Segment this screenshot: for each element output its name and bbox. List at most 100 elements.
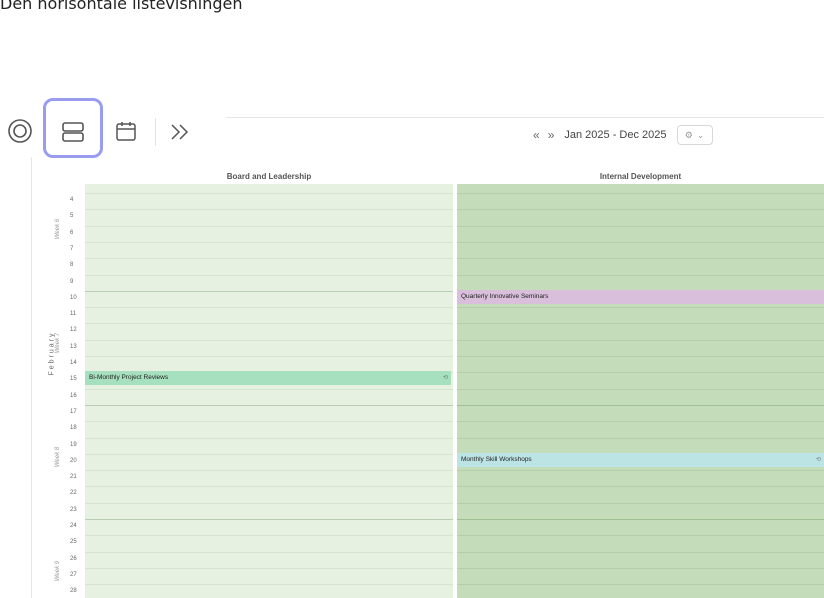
day-number: 19 bbox=[70, 441, 77, 448]
day-divider bbox=[85, 225, 453, 227]
week-label: Week 9 bbox=[55, 560, 61, 582]
day-divider bbox=[457, 551, 824, 553]
day-divider bbox=[457, 258, 824, 260]
day-number: 20 bbox=[70, 457, 77, 464]
repeat-icon: ⟲ bbox=[815, 456, 821, 463]
day-divider bbox=[85, 339, 453, 341]
day-divider bbox=[457, 421, 824, 423]
day-divider bbox=[85, 258, 453, 260]
day-divider bbox=[457, 323, 824, 325]
lane-internal-development[interactable]: Quarterly Innovative Seminars Monthly Ski… bbox=[457, 184, 824, 598]
month-label: February bbox=[48, 331, 56, 376]
week-divider bbox=[85, 404, 453, 406]
day-number: 25 bbox=[70, 539, 77, 546]
column-header-internal: Internal Development bbox=[599, 172, 682, 181]
gear-icon: ⚙ bbox=[684, 129, 693, 140]
day-number: 21 bbox=[70, 474, 77, 481]
week-divider bbox=[457, 404, 824, 406]
day-divider bbox=[85, 307, 453, 309]
day-number: 14 bbox=[70, 360, 77, 366]
day-divider bbox=[457, 209, 824, 211]
target-icon bbox=[8, 119, 32, 143]
day-number: 9 bbox=[70, 278, 74, 285]
repeat-icon: ⟲ bbox=[442, 375, 448, 382]
day-number: 6 bbox=[70, 229, 74, 236]
day-divider bbox=[457, 339, 824, 341]
left-rule bbox=[31, 157, 32, 598]
event-title: Bi-Monthly Project Reviews bbox=[89, 374, 169, 382]
settings-dropdown[interactable]: ⚙ ⌄ bbox=[676, 125, 713, 145]
day-number: 27 bbox=[70, 571, 77, 578]
column-header-board: Board and Leadership bbox=[226, 172, 312, 181]
day-number: 4 bbox=[70, 197, 74, 203]
page-caption: Den horisontale listevisningen bbox=[0, 0, 243, 13]
chevron-down-icon: ⌄ bbox=[696, 129, 705, 140]
day-number: 23 bbox=[70, 506, 77, 513]
day-divider bbox=[457, 486, 824, 488]
day-number: 28 bbox=[70, 588, 77, 595]
date-range-label: Jan 2025 - Dec 2025 bbox=[564, 129, 667, 141]
date-range-control: « » Jan 2025 - Dec 2025 ⚙ ⌄ bbox=[533, 124, 713, 146]
day-number: 17 bbox=[70, 408, 77, 415]
day-number: 26 bbox=[70, 555, 77, 562]
expand-button[interactable] bbox=[166, 118, 194, 146]
day-divider bbox=[85, 502, 453, 504]
horizontal-list-icon bbox=[62, 122, 84, 142]
day-divider bbox=[457, 241, 824, 243]
event-bar[interactable]: Quarterly Innovative Seminars bbox=[457, 289, 824, 304]
day-divider bbox=[457, 470, 824, 472]
day-divider bbox=[457, 307, 824, 309]
day-divider bbox=[457, 372, 824, 374]
event-title: Monthly Skill Workshops bbox=[461, 455, 532, 463]
chevrons-right-icon bbox=[171, 124, 189, 140]
horizontal-list-view-button[interactable] bbox=[58, 117, 88, 147]
day-divider bbox=[85, 567, 453, 569]
day-divider bbox=[85, 323, 453, 325]
day-divider bbox=[85, 551, 453, 553]
event-bar[interactable]: Bi-Monthly Project Reviews ⟲ bbox=[85, 371, 451, 386]
day-number: 15 bbox=[70, 376, 77, 383]
week-label: Week 7 bbox=[55, 332, 61, 353]
next-period-button[interactable]: » bbox=[548, 128, 555, 142]
target-view-button[interactable] bbox=[6, 117, 34, 145]
day-divider bbox=[85, 241, 453, 243]
day-divider bbox=[457, 567, 824, 569]
day-divider bbox=[85, 535, 453, 537]
lane-board-and-leadership[interactable]: Bi-Monthly Project Reviews ⟲ bbox=[85, 184, 453, 598]
toolbar-divider bbox=[155, 118, 156, 146]
day-number: 18 bbox=[70, 425, 77, 432]
day-divider bbox=[457, 437, 824, 439]
day-number: 5 bbox=[70, 213, 74, 220]
day-divider bbox=[457, 584, 824, 586]
day-divider bbox=[85, 209, 453, 211]
previous-period-button[interactable]: « bbox=[533, 128, 540, 142]
day-divider bbox=[457, 356, 824, 357]
day-divider bbox=[85, 453, 453, 455]
day-divider bbox=[457, 535, 824, 537]
week-divider bbox=[457, 519, 824, 520]
day-divider bbox=[85, 421, 453, 423]
day-number: 22 bbox=[70, 490, 77, 497]
day-number: 24 bbox=[70, 523, 77, 529]
week-label: Week 8 bbox=[55, 446, 61, 467]
day-number: 12 bbox=[70, 327, 77, 334]
day-number: 16 bbox=[70, 392, 77, 399]
day-divider bbox=[457, 193, 824, 194]
week-divider bbox=[85, 519, 453, 520]
day-number: 8 bbox=[70, 262, 74, 269]
day-number: 11 bbox=[70, 311, 77, 318]
event-bar[interactable]: Monthly Skill Workshops ⟲ bbox=[457, 452, 824, 467]
day-number: 13 bbox=[70, 343, 77, 350]
calendar-view-button[interactable] bbox=[112, 117, 140, 145]
day-divider bbox=[457, 225, 824, 227]
day-divider bbox=[457, 274, 824, 276]
day-divider bbox=[457, 388, 824, 390]
day-divider bbox=[85, 193, 453, 194]
day-divider bbox=[85, 486, 453, 488]
day-number: 10 bbox=[70, 294, 77, 301]
day-divider bbox=[85, 274, 453, 276]
day-number: 7 bbox=[70, 245, 74, 252]
day-divider bbox=[85, 470, 453, 472]
day-divider bbox=[457, 502, 824, 504]
day-divider bbox=[85, 437, 453, 439]
